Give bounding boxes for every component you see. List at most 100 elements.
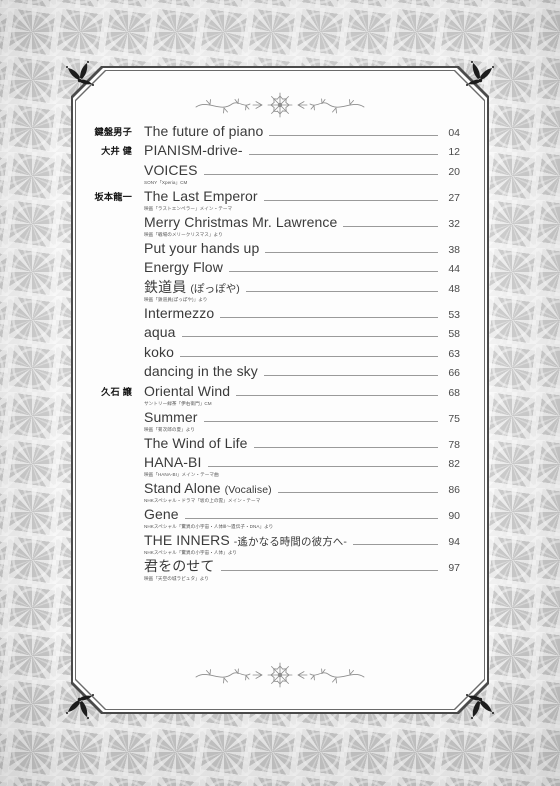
toc-row[interactable]: HANA-BI 82 映画「HANA-BI」メイン・テーマ曲	[76, 454, 460, 478]
toc-leader-rule	[228, 271, 438, 273]
snowflake-flourish-icon	[180, 658, 380, 692]
toc-artist	[76, 163, 132, 167]
toc-row[interactable]: 久石 譲 Oriental Wind 68 サントリー緑茶「伊右衛門」CM	[76, 383, 460, 407]
toc-row[interactable]: THE INNERS -遙かなる時間の彼方へ- 94 NHKスペシャル「驚異の小宇宙…	[76, 532, 460, 556]
toc-title-line: HANA-BI 82	[144, 454, 460, 471]
toc-entry: Gene 90 NHKスペシャル「驚異の小宇宙・人体Ⅲ〜遺伝子・DNA」より	[132, 505, 460, 530]
toc-page-number[interactable]: 12	[443, 146, 460, 158]
toc-title[interactable]: Oriental Wind	[144, 383, 230, 400]
toc-page-number[interactable]: 97	[443, 562, 460, 574]
toc-page-number[interactable]: 27	[443, 192, 460, 204]
toc-subtitle: 映画「HANA-BI」メイン・テーマ曲	[144, 472, 219, 478]
toc-page-number[interactable]: 04	[443, 127, 460, 139]
toc-title[interactable]: Energy Flow	[144, 259, 223, 276]
toc-row[interactable]: 坂本龍一 The Last Emperor 27 映画「ラストエンペラー」メイン・テー…	[76, 188, 460, 212]
toc-entry: The future of piano 04	[132, 123, 460, 140]
toc-subtitle: 映画「ラストエンペラー」メイン・テーマ	[144, 205, 233, 211]
toc-row[interactable]: VOICES 20 SONY「Xperia」CM	[76, 162, 460, 186]
toc-entry: dancing in the sky 66	[132, 363, 460, 380]
toc-page-number[interactable]: 78	[443, 439, 460, 451]
toc-page-number[interactable]: 63	[443, 348, 460, 360]
toc-title[interactable]: The future of piano	[144, 123, 264, 140]
toc-page-number[interactable]: 20	[443, 166, 460, 178]
toc-title[interactable]: Put your hands up	[144, 240, 259, 257]
toc-artist	[76, 215, 132, 219]
toc-leader-rule	[277, 492, 438, 493]
toc-entry: aqua 58	[132, 324, 460, 341]
toc-entry: koko 63	[132, 344, 460, 361]
toc-row[interactable]: Gene 90 NHKスペシャル「驚異の小宇宙・人体Ⅲ〜遺伝子・DNA」より	[76, 505, 460, 530]
toc-row[interactable]: 君をのせて 97 映画「天空の城ラピュタ」より	[76, 558, 460, 582]
toc-leader-rule	[236, 394, 438, 396]
toc-leader-rule	[203, 173, 438, 175]
toc-title[interactable]: The Last Emperor	[144, 188, 258, 205]
toc-row[interactable]: Stand Alone (Vocalise) 86 NHKスペシャル・ドラマ「坂の上…	[76, 480, 460, 504]
toc-title[interactable]: koko	[144, 344, 174, 361]
toc-title-main: Intermezzo	[144, 304, 215, 321]
toc-row[interactable]: The Wind of Life 78	[76, 434, 460, 452]
toc-leader-rule	[220, 316, 438, 318]
toc-title[interactable]: Intermezzo	[144, 304, 215, 322]
toc-artist	[76, 481, 132, 485]
content-frame: 鍵盤男子 The future of piano 04 大井 健 PIANISM-dri…	[66, 61, 494, 719]
toc-title-line: aqua 58	[144, 324, 460, 341]
toc-page-number[interactable]: 66	[443, 367, 460, 379]
toc-title[interactable]: The Wind of Life	[144, 434, 248, 452]
toc-page-number[interactable]: 94	[443, 536, 460, 548]
toc-row[interactable]: 鍵盤男子 The future of piano 04	[76, 123, 460, 140]
toc-subtitle: 映画「天空の城ラピュタ」より	[144, 575, 209, 581]
toc-row[interactable]: Intermezzo 53	[76, 304, 460, 322]
toc-subtitle: NHKスペシャル・ドラマ「坂の上の雲」メイン・テーマ	[144, 498, 261, 503]
toc-page-number[interactable]: 32	[443, 218, 460, 230]
toc-title-main: dancing in the sky	[144, 363, 258, 380]
toc-title-line: Intermezzo 53	[144, 304, 460, 322]
toc-row[interactable]: 大井 健 PIANISM-drive- 12	[76, 143, 460, 159]
toc-title-main: The Wind of Life	[144, 434, 248, 451]
toc-title-main: Gene	[144, 505, 179, 522]
toc-artist	[76, 325, 132, 329]
toc-title[interactable]: aqua	[144, 324, 176, 341]
toc-title[interactable]: 鉄道員 (ぽっぽや)	[144, 279, 240, 296]
toc-entry: HANA-BI 82 映画「HANA-BI」メイン・テーマ曲	[132, 454, 460, 478]
toc-row[interactable]: Summer 75 映画「菊次郎の夏」より	[76, 409, 460, 433]
toc-title[interactable]: VOICES	[144, 162, 198, 179]
toc-title[interactable]: 君をのせて	[144, 558, 215, 575]
toc-title[interactable]: Merry Christmas Mr. Lawrence	[144, 214, 337, 231]
toc-title[interactable]: dancing in the sky	[144, 363, 258, 380]
toc-title[interactable]: Stand Alone (Vocalise)	[144, 480, 272, 497]
toc-page-number[interactable]: 68	[443, 387, 460, 399]
toc-page-number[interactable]: 86	[443, 484, 460, 496]
toc-page-number[interactable]: 82	[443, 458, 460, 470]
toc-title-line: 鉄道員 (ぽっぽや) 48	[144, 279, 460, 296]
toc-title-line: The future of piano 04	[144, 123, 460, 140]
toc-page-number[interactable]: 38	[443, 244, 460, 256]
table-of-contents: 鍵盤男子 The future of piano 04 大井 健 PIANISM-dri…	[76, 123, 484, 656]
toc-page-number[interactable]: 58	[443, 328, 460, 340]
toc-title[interactable]: PIANISM-drive-	[144, 143, 243, 159]
toc-title[interactable]: Summer	[144, 409, 198, 426]
toc-title[interactable]: Gene	[144, 505, 179, 523]
toc-title-main: aqua	[144, 324, 176, 341]
toc-title[interactable]: THE INNERS -遙かなる時間の彼方へ-	[144, 532, 347, 549]
toc-title-suffix: -遙かなる時間の彼方へ-	[233, 535, 347, 548]
toc-subtitle: SONY「Xperia」CM	[144, 179, 188, 185]
toc-row[interactable]: Merry Christmas Mr. Lawrence 32 映画「戦場のメリーク…	[76, 214, 460, 238]
toc-row[interactable]: Energy Flow 44	[76, 259, 460, 276]
toc-page-number[interactable]: 48	[443, 283, 460, 295]
toc-page-number[interactable]: 75	[443, 413, 460, 425]
toc-title-main: The future of piano	[144, 123, 264, 139]
toc-entry: VOICES 20 SONY「Xperia」CM	[132, 162, 460, 186]
toc-row[interactable]: Put your hands up 38	[76, 240, 460, 257]
toc-leader-rule	[343, 225, 438, 227]
toc-page-number[interactable]: 44	[443, 263, 460, 275]
toc-title-line: Put your hands up 38	[144, 240, 460, 257]
toc-page-number[interactable]: 90	[443, 510, 460, 522]
toc-row[interactable]: 鉄道員 (ぽっぽや) 48 映画「鉄道員(ぽっぽや)」より	[76, 279, 460, 303]
toc-title-line: 君をのせて 97	[144, 558, 460, 575]
toc-row[interactable]: koko 63	[76, 344, 460, 361]
toc-title-suffix: (ぽっぽや)	[190, 282, 240, 295]
toc-title[interactable]: HANA-BI	[144, 454, 202, 471]
toc-row[interactable]: dancing in the sky 66	[76, 363, 460, 380]
toc-row[interactable]: aqua 58	[76, 324, 460, 341]
toc-page-number[interactable]: 53	[443, 309, 460, 321]
